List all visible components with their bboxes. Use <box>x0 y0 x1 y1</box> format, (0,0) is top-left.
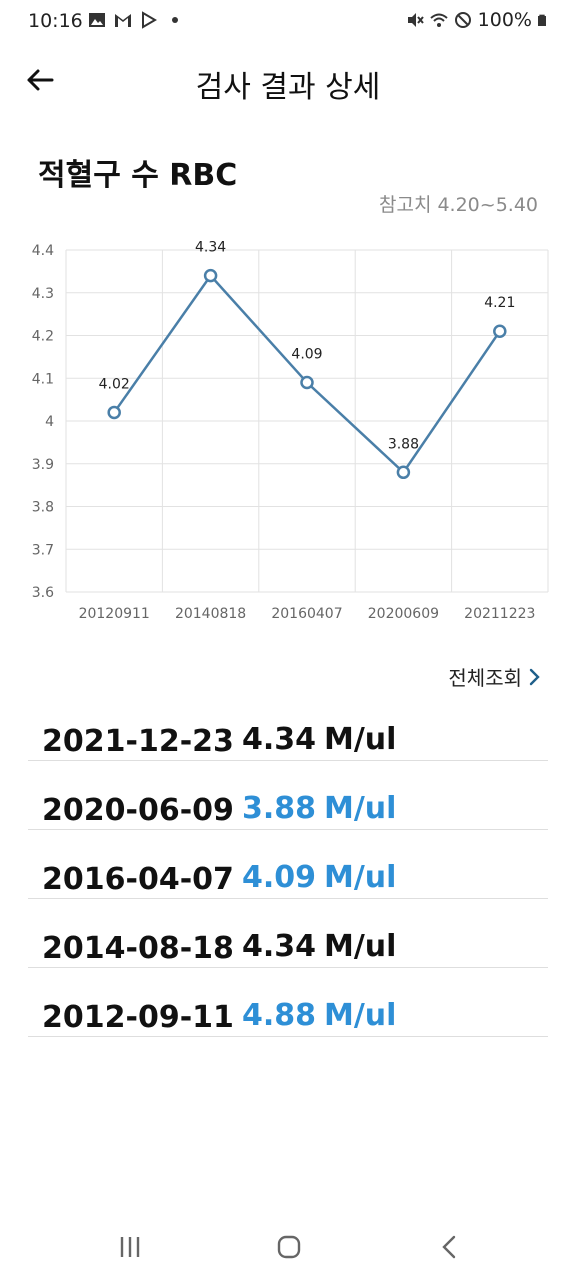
result-row[interactable]: 2012-09-11 4.88 M/ul <box>28 968 548 1037</box>
data-point <box>396 465 411 480</box>
result-row[interactable]: 2016-04-07 4.09 M/ul <box>28 830 548 899</box>
system-nav-bar <box>0 1210 576 1280</box>
app-bar: 검사 결과 상세 <box>0 44 576 120</box>
result-unit: M/ul <box>324 860 397 895</box>
status-time: 10:16 <box>28 10 83 32</box>
y-tick-label: 3.8 <box>32 500 54 516</box>
page-title: 검사 결과 상세 <box>195 70 381 105</box>
y-tick-label: 4.1 <box>32 371 54 387</box>
data-point <box>493 324 507 338</box>
view-all-label: 전체조회 <box>448 666 522 690</box>
data-label: 4.09 <box>291 347 322 363</box>
result-date: 2021-12-23 <box>42 724 234 759</box>
recent-apps-icon[interactable] <box>112 1232 148 1262</box>
reference-range: 참고치 4.20~5.40 <box>378 194 538 216</box>
data-label: 4.21 <box>484 295 515 311</box>
home-icon[interactable] <box>271 1232 307 1262</box>
result-date: 2020-06-09 <box>42 793 234 828</box>
battery-icon <box>538 14 546 26</box>
y-tick-label: 3.9 <box>32 457 54 473</box>
result-value: 4.34 <box>242 722 317 757</box>
rbc-line-chart: 4.4 4.3 4.2 4.1 4 3.9 3.8 3.7 3.6 20120911 2014081… <box>32 240 549 622</box>
result-unit: M/ul <box>324 998 397 1033</box>
result-date: 2012-09-11 <box>42 1000 234 1035</box>
series-line <box>113 273 501 475</box>
result-row[interactable]: 2021-12-23 4.34 M/ul <box>28 692 548 761</box>
gmail-icon <box>115 14 131 27</box>
result-value: 3.88 <box>242 791 317 826</box>
result-unit: M/ul <box>324 722 397 757</box>
x-tick-label: 20200609 <box>368 606 439 622</box>
test-name: 적혈구 수 RBC <box>38 158 238 193</box>
chevron-right-icon <box>529 668 540 685</box>
dnd-icon <box>454 12 471 28</box>
dot-icon <box>172 17 178 23</box>
result-unit: M/ul <box>324 929 397 964</box>
back-icon[interactable] <box>432 1232 468 1262</box>
result-value: 4.34 <box>242 929 317 964</box>
mute-icon <box>407 13 424 27</box>
result-date: 2016-04-07 <box>42 862 234 897</box>
status-bar: 10:16 100% <box>0 0 576 44</box>
y-tick-label: 4 <box>45 414 54 430</box>
data-label: 3.88 <box>388 436 419 452</box>
data-point <box>300 375 314 390</box>
x-tick-label: 20160407 <box>271 606 342 622</box>
x-tick-label: 20120911 <box>79 606 150 622</box>
y-tick-label: 4.4 <box>32 243 54 259</box>
result-date: 2014-08-18 <box>42 931 234 966</box>
result-row[interactable]: 2020-06-09 3.88 M/ul <box>28 761 548 830</box>
x-tick-label: 20140818 <box>175 606 246 622</box>
battery-percent: 100% <box>477 9 532 31</box>
status-right: 100% <box>406 9 550 31</box>
results-list: 2021-12-23 4.34 M/ul 2020-06-09 3.88 M/u… <box>28 692 548 1037</box>
wifi-icon <box>430 13 448 27</box>
image-icon <box>89 13 105 27</box>
result-value: 4.09 <box>242 860 317 895</box>
view-all-button[interactable]: 전체조회 <box>448 662 540 691</box>
y-tick-label: 3.6 <box>32 585 54 601</box>
y-tick-label: 3.7 <box>32 542 54 558</box>
result-row[interactable]: 2014-08-18 4.34 M/ul <box>28 899 548 968</box>
data-point <box>203 268 218 283</box>
y-tick-label: 4.3 <box>32 286 54 302</box>
result-value: 4.88 <box>242 998 317 1033</box>
data-point <box>107 405 121 420</box>
y-tick-label: 4.2 <box>32 329 54 345</box>
x-tick-label: 20211223 <box>464 606 535 622</box>
data-label: 4.02 <box>99 376 130 392</box>
data-label: 4.34 <box>195 240 226 256</box>
notification-icons <box>88 11 184 29</box>
result-unit: M/ul <box>324 791 397 826</box>
play-store-icon <box>142 11 157 29</box>
chart: 4.4 4.3 4.2 4.1 4 3.9 3.8 3.7 3.6 20120911 2014081… <box>0 236 576 636</box>
